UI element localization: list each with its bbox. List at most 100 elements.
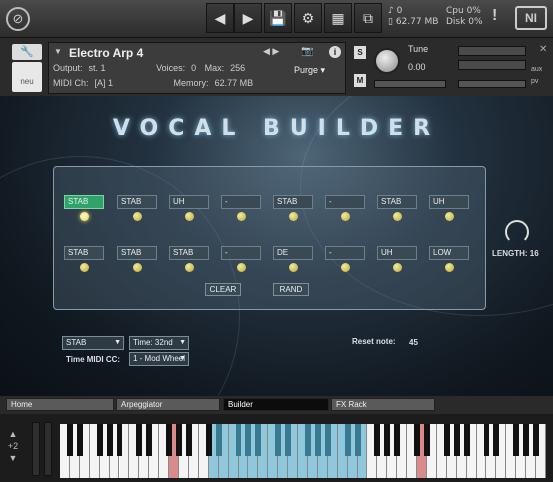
reset-note-value[interactable]: 45 xyxy=(409,338,418,347)
black-key[interactable] xyxy=(414,424,421,456)
black-key[interactable] xyxy=(304,424,311,456)
step-led[interactable] xyxy=(80,263,89,272)
step-sound-box[interactable]: STAB xyxy=(64,246,104,260)
gear-icon[interactable]: ⚙ xyxy=(294,3,322,33)
black-key[interactable] xyxy=(146,424,153,456)
step-led[interactable] xyxy=(341,212,350,221)
resize-icon[interactable]: ⧉ xyxy=(354,3,382,33)
clear-button[interactable]: CLEAR xyxy=(205,283,241,296)
tune-knob[interactable] xyxy=(374,48,400,74)
step-sound-box[interactable]: STAB xyxy=(117,195,157,209)
wrench-icon[interactable]: 🔧 xyxy=(12,44,42,60)
collapse-arrow-icon[interactable]: ▼ xyxy=(54,47,62,56)
tab-fx-rack[interactable]: FX Rack xyxy=(331,398,435,411)
prev-arrow-icon[interactable]: ◀ xyxy=(206,3,234,33)
midi-cc-dropdown[interactable]: 1 - Mod Wheel ▼ xyxy=(129,352,189,366)
black-key[interactable] xyxy=(76,424,83,456)
black-key[interactable] xyxy=(285,424,292,456)
black-key[interactable] xyxy=(324,424,331,456)
rand-button[interactable]: RAND xyxy=(273,283,309,296)
step-sound-box[interactable]: - xyxy=(221,195,261,209)
step-led[interactable] xyxy=(185,212,194,221)
black-key[interactable] xyxy=(116,424,123,456)
black-key[interactable] xyxy=(344,424,351,456)
step-sound-box[interactable]: - xyxy=(325,195,365,209)
black-key[interactable] xyxy=(533,424,540,456)
step-sound-box[interactable]: STAB xyxy=(64,195,104,209)
step-led[interactable] xyxy=(80,212,89,221)
sample-dropdown[interactable]: STAB ▼ xyxy=(62,336,124,350)
step-led[interactable] xyxy=(445,212,454,221)
close-icon[interactable]: ✕ xyxy=(539,44,547,55)
instrument-nav-arrows[interactable]: ◀ ▶ xyxy=(263,46,279,57)
step-sound-box[interactable]: UH xyxy=(377,246,417,260)
next-arrow-icon[interactable]: ▶ xyxy=(234,3,262,33)
step-sound-box[interactable]: UH xyxy=(429,195,469,209)
black-key[interactable] xyxy=(483,424,490,456)
mod-wheel[interactable] xyxy=(44,422,52,476)
volume-slider[interactable] xyxy=(458,80,526,88)
ni-logo-icon[interactable]: NI xyxy=(515,6,547,30)
pan-slider[interactable] xyxy=(374,80,446,88)
step-led[interactable] xyxy=(185,263,194,272)
black-key[interactable] xyxy=(443,424,450,456)
step-led[interactable] xyxy=(237,212,246,221)
max-value[interactable]: 256 xyxy=(230,63,245,73)
black-key[interactable] xyxy=(384,424,391,456)
tab-arpeggiator[interactable]: Arpeggiator xyxy=(116,398,220,411)
step-sound-box[interactable]: STAB xyxy=(377,195,417,209)
black-key[interactable] xyxy=(354,424,361,456)
black-key[interactable] xyxy=(513,424,520,456)
black-key[interactable] xyxy=(463,424,470,456)
step-led[interactable] xyxy=(289,263,298,272)
pv-label[interactable]: pv xyxy=(531,78,538,85)
black-key[interactable] xyxy=(185,424,192,456)
black-key[interactable] xyxy=(374,424,381,456)
black-key[interactable] xyxy=(176,424,182,456)
step-led[interactable] xyxy=(289,212,298,221)
black-key[interactable] xyxy=(424,424,430,456)
tab-home[interactable]: Home xyxy=(6,398,114,411)
step-sound-box[interactable]: STAB xyxy=(117,246,157,260)
aux-label[interactable]: aux xyxy=(531,66,542,73)
step-sound-box[interactable]: DE xyxy=(273,246,313,260)
warning-icon[interactable]: ! xyxy=(492,7,497,25)
midi-value[interactable]: [A] 1 xyxy=(95,78,114,88)
black-key[interactable] xyxy=(394,424,401,456)
black-key[interactable] xyxy=(66,424,73,456)
step-sound-box[interactable]: STAB xyxy=(169,246,209,260)
octave-up-icon[interactable]: ▲ xyxy=(6,428,20,440)
black-key[interactable] xyxy=(314,424,321,456)
step-sound-box[interactable]: LOW xyxy=(429,246,469,260)
solo-button[interactable]: S xyxy=(354,46,366,59)
step-sound-box[interactable]: - xyxy=(221,246,261,260)
step-led[interactable] xyxy=(341,263,350,272)
pitch-wheel[interactable] xyxy=(32,422,40,476)
octave-control[interactable]: ▲ +2 ▼ xyxy=(6,428,20,464)
black-key[interactable] xyxy=(235,424,242,456)
step-led[interactable] xyxy=(393,263,402,272)
step-led[interactable] xyxy=(133,263,142,272)
black-key[interactable] xyxy=(453,424,460,456)
kontakt-logo-icon[interactable]: ⊘ xyxy=(6,7,30,31)
camera-icon[interactable]: 📷 xyxy=(301,46,313,57)
octave-down-icon[interactable]: ▼ xyxy=(6,452,20,464)
black-key[interactable] xyxy=(275,424,282,456)
black-key[interactable] xyxy=(136,424,143,456)
view-layout-icon[interactable]: ▦ xyxy=(324,3,352,33)
black-key[interactable] xyxy=(215,424,222,456)
tab-builder[interactable]: Builder xyxy=(223,398,329,411)
step-led[interactable] xyxy=(133,212,142,221)
black-key[interactable] xyxy=(205,424,212,456)
step-sound-box[interactable]: - xyxy=(325,246,365,260)
black-key[interactable] xyxy=(493,424,500,456)
step-sound-box[interactable]: STAB xyxy=(273,195,313,209)
black-key[interactable] xyxy=(166,424,173,456)
time-dropdown[interactable]: Time: 32nd ▼ xyxy=(129,336,189,350)
black-key[interactable] xyxy=(106,424,113,456)
black-key[interactable] xyxy=(523,424,530,456)
black-key[interactable] xyxy=(245,424,252,456)
info-icon[interactable]: i xyxy=(329,46,341,58)
length-knob[interactable] xyxy=(505,220,529,244)
black-key[interactable] xyxy=(96,424,103,456)
